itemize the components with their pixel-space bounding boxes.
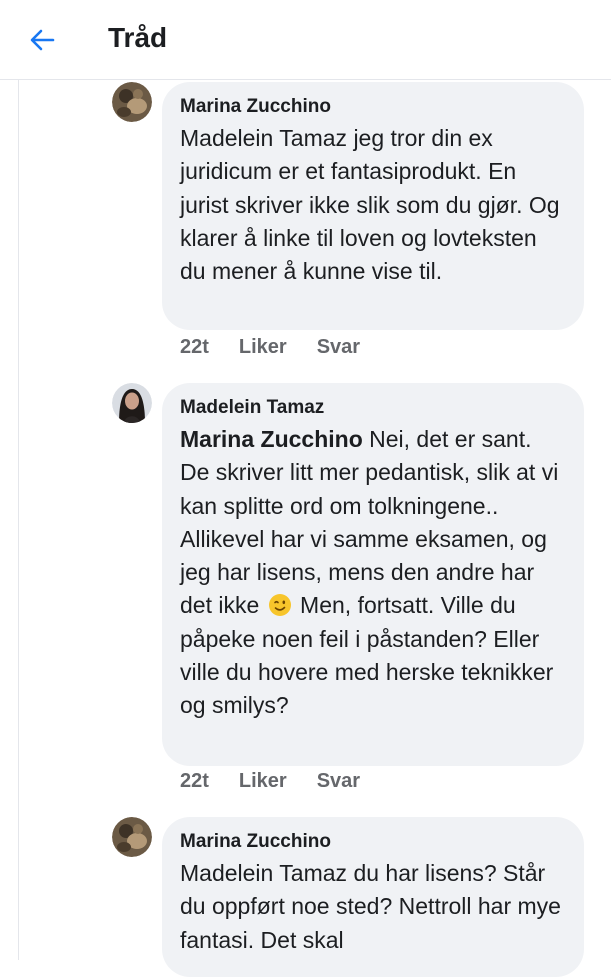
like-button[interactable]: Liker <box>239 770 287 793</box>
profile-photo <box>112 82 152 122</box>
comment-bubble: Marina Zucchino Madelein Tamaz jeg tror … <box>162 82 584 330</box>
reply-button[interactable]: Svar <box>317 336 360 359</box>
comment-text: Madelein Tamaz jeg tror din ex juridicum… <box>180 125 560 285</box>
back-button[interactable] <box>26 24 58 56</box>
arrow-left-icon <box>30 29 55 51</box>
page-title: Tråd <box>108 22 168 53</box>
winking-face-emoji <box>268 593 292 617</box>
comment-timestamp[interactable]: 22t <box>180 770 209 793</box>
like-button[interactable]: Liker <box>239 336 287 359</box>
avatar-marina-zucchino[interactable] <box>112 82 152 122</box>
profile-photo <box>112 383 152 423</box>
comment-actions: 22t Liker Svar <box>180 336 390 359</box>
comment-author[interactable]: Marina Zucchino <box>180 827 566 857</box>
comment-bubble: Madelein Tamaz Marina Zucchino Nei, det … <box>162 383 584 766</box>
comment-timestamp[interactable]: 22t <box>180 336 209 359</box>
thread-line <box>18 80 19 960</box>
comment-text: Madelein Tamaz du har lisens? Står du op… <box>180 860 561 953</box>
avatar-madelein-tamaz[interactable] <box>112 383 152 423</box>
mention-link[interactable]: Marina Zucchino <box>180 426 363 452</box>
avatar-marina-zucchino[interactable] <box>112 817 152 857</box>
comment-bubble: Marina Zucchino Madelein Tamaz du har li… <box>162 817 584 977</box>
comment-text: Marina Zucchino Nei, det er sant. De skr… <box>180 423 566 723</box>
comment-author[interactable]: Madelein Tamaz <box>180 393 566 423</box>
top-bar: Tråd <box>0 0 611 80</box>
profile-photo <box>112 817 152 857</box>
comment-author[interactable]: Marina Zucchino <box>180 92 566 122</box>
reply-button[interactable]: Svar <box>317 770 360 793</box>
comment-actions: 22t Liker Svar <box>180 770 390 793</box>
